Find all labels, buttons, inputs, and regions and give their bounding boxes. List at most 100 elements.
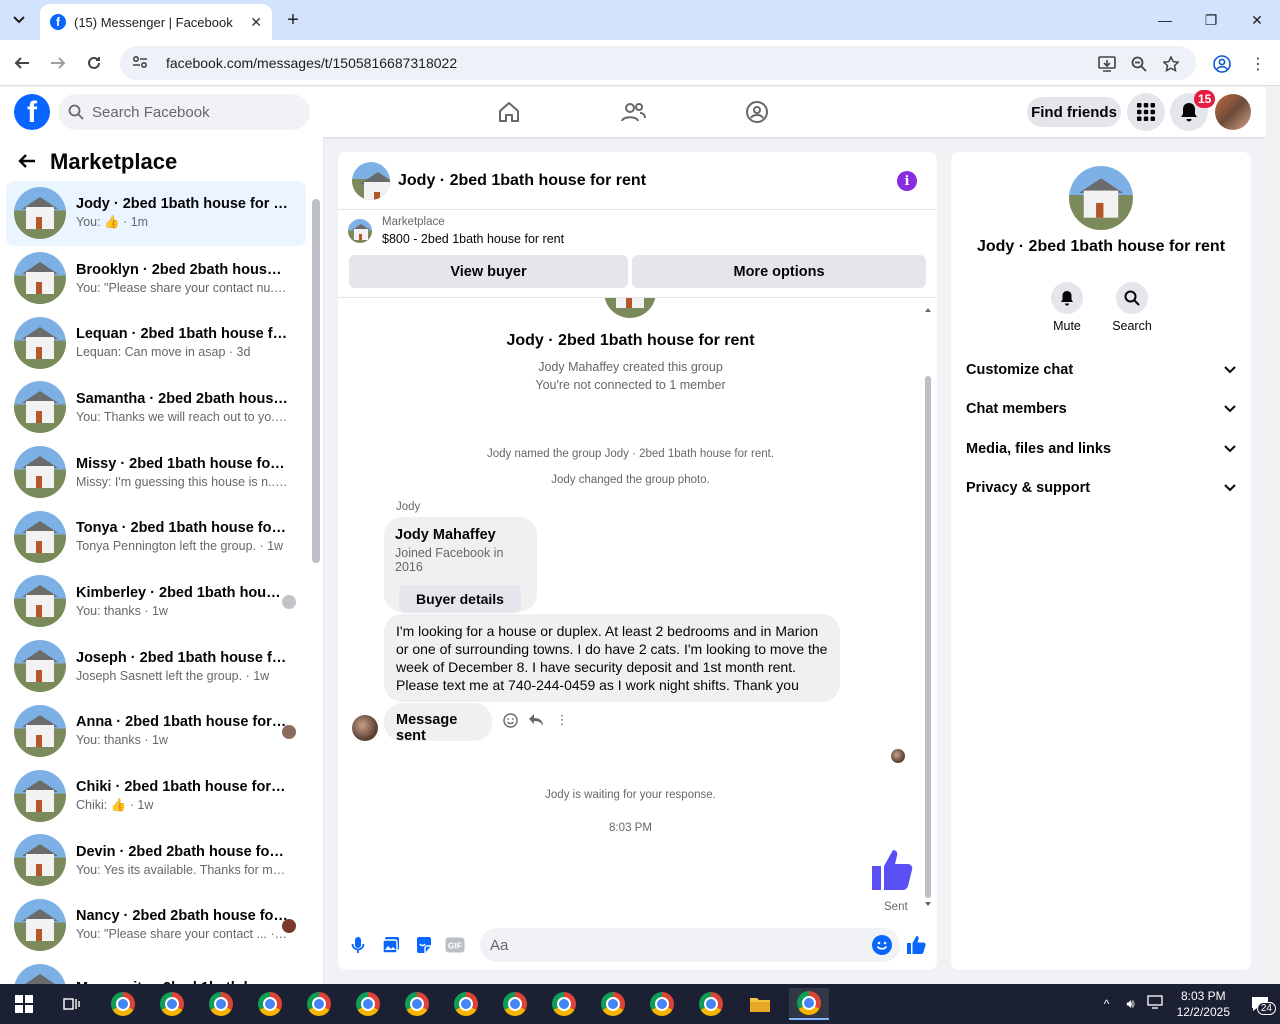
chrome-taskbar-icon[interactable] <box>201 988 241 1020</box>
chat-scrollbar[interactable] <box>925 376 931 898</box>
friends-nav-button[interactable] <box>618 97 648 127</box>
start-button[interactable] <box>4 988 44 1020</box>
auto-reply-bubble[interactable]: Message sent <box>384 703 492 744</box>
facebook-search-input[interactable] <box>92 103 292 121</box>
react-icon[interactable] <box>502 712 518 728</box>
chrome-taskbar-icon[interactable] <box>495 988 535 1020</box>
chat-title[interactable]: Jody · 2bed 1bath house for rent <box>398 172 646 190</box>
install-app-icon[interactable] <box>1096 53 1118 75</box>
volume-icon[interactable]: 🔊︎ <box>1119 996 1143 1012</box>
sidebar-scrollbar[interactable] <box>312 199 320 563</box>
close-tab-icon[interactable]: ✕ <box>250 14 262 31</box>
microphone-icon[interactable] <box>347 934 369 956</box>
tray-chevron-icon[interactable]: ^ <box>1095 997 1119 1011</box>
conversation-thumbnail <box>14 316 66 369</box>
chrome-icon <box>601 992 625 1016</box>
back-arrow-icon[interactable] <box>18 149 36 175</box>
photo-icon[interactable] <box>380 934 402 956</box>
more-options-button[interactable]: More options <box>632 255 926 288</box>
sender-avatar[interactable] <box>352 715 378 741</box>
chrome-taskbar-icon[interactable] <box>299 988 339 1020</box>
emoji-icon[interactable] <box>872 935 892 955</box>
restore-icon[interactable]: ❐ <box>1188 0 1234 40</box>
taskbar-clock[interactable]: 8:03 PM 12/2/2025 <box>1177 988 1230 1020</box>
conversation-item[interactable]: Kimberley · 2bed 1bath house... You: than… <box>6 569 306 634</box>
conversation-item[interactable]: Samantha · 2bed 2bath house f... You: Tha… <box>6 375 306 440</box>
home-nav-button[interactable] <box>494 97 524 127</box>
facebook-search[interactable] <box>58 94 310 130</box>
gif-icon[interactable]: GIF <box>444 934 466 956</box>
zoom-icon[interactable] <box>1128 53 1150 75</box>
conversation-item[interactable]: Joseph · 2bed 1bath house for r... Joseph… <box>6 634 306 699</box>
section-privacy-support[interactable]: Privacy & support <box>966 470 1236 506</box>
file-explorer-taskbar-icon[interactable] <box>740 988 780 1020</box>
reply-icon[interactable] <box>528 712 544 728</box>
message-bubble[interactable]: I'm looking for a house or duplex. At le… <box>384 614 840 702</box>
new-tab-button[interactable]: + <box>282 8 304 32</box>
conversation-item[interactable]: Lequan · 2bed 1bath house for r... Lequan… <box>6 310 306 375</box>
like-send-icon[interactable] <box>905 934 927 956</box>
read-receipt-avatar <box>282 595 296 610</box>
info-icon[interactable]: i <box>897 171 917 191</box>
conversation-item[interactable]: Jody · 2bed 1bath house for rent You: 👍 ·… <box>6 181 306 246</box>
conversation-item[interactable]: Devin · 2bed 2bath house for rent You: Ye… <box>6 828 306 893</box>
find-friends-button[interactable]: Find friends <box>1027 97 1121 127</box>
chat-avatar[interactable] <box>352 161 390 200</box>
chrome-taskbar-icon[interactable] <box>152 988 192 1020</box>
conversation-item[interactable]: Tonya · 2bed 1bath house for rent Tonya P… <box>6 504 306 569</box>
section-customize-chat[interactable]: Customize chat <box>966 352 1236 388</box>
chrome-taskbar-icon[interactable] <box>103 988 143 1020</box>
chrome-icon <box>454 992 478 1016</box>
chrome-taskbar-icon[interactable] <box>789 988 829 1020</box>
conversation-item[interactable]: Anna · 2bed 1bath house for r... You: tha… <box>6 699 306 764</box>
chrome-taskbar-icon[interactable] <box>446 988 486 1020</box>
conversation-item[interactable]: Marguerite · 2bed 1bath hous... <box>6 957 306 984</box>
browser-tab[interactable]: f (15) Messenger | Facebook ✕ <box>40 4 272 40</box>
chrome-taskbar-icon[interactable] <box>691 988 731 1020</box>
site-settings-icon[interactable] <box>132 55 152 72</box>
conversation-item[interactable]: Nancy · 2bed 2bath house for... You: "Ple… <box>6 893 306 958</box>
action-center-button[interactable]: 24 <box>1240 996 1280 1015</box>
browser-menu-icon[interactable]: ⋮ <box>1246 52 1270 76</box>
conversation-item[interactable]: Chiki · 2bed 1bath house for rent Chiki: … <box>6 763 306 828</box>
facebook-logo-icon[interactable]: f <box>14 94 50 130</box>
conversation-preview: You: thanks · 1w <box>76 733 168 748</box>
more-icon[interactable]: ⋮ <box>554 712 570 728</box>
profile-icon[interactable] <box>1210 52 1234 76</box>
reload-button[interactable] <box>82 51 106 75</box>
sticker-icon[interactable] <box>413 934 435 956</box>
forward-button[interactable] <box>46 51 70 75</box>
chrome-taskbar-icon[interactable] <box>348 988 388 1020</box>
conversation-item[interactable]: Missy · 2bed 1bath house for rent Missy: … <box>6 440 306 505</box>
profile-avatar[interactable] <box>1215 94 1251 130</box>
chrome-taskbar-icon[interactable] <box>593 988 633 1020</box>
minimize-icon[interactable]: — <box>1142 0 1188 40</box>
menu-button[interactable] <box>1127 93 1165 131</box>
page-scrollbar[interactable] <box>1266 87 1280 984</box>
listing-title: $800 - 2bed 1bath house for rent <box>382 232 565 246</box>
back-button[interactable] <box>10 51 34 75</box>
network-icon[interactable] <box>1143 994 1167 1014</box>
groups-nav-button[interactable] <box>742 97 772 127</box>
section-chat-members[interactable]: Chat members <box>966 391 1236 427</box>
buyer-details-button[interactable]: Buyer details <box>399 585 521 613</box>
chrome-taskbar-icon[interactable] <box>544 988 584 1020</box>
large-like-icon[interactable] <box>868 846 916 894</box>
mute-action[interactable]: Mute <box>1037 282 1097 333</box>
chrome-taskbar-icon[interactable] <box>642 988 682 1020</box>
message-input[interactable] <box>490 936 850 954</box>
search-label: Search <box>1112 319 1152 333</box>
bookmark-star-icon[interactable] <box>1160 53 1182 75</box>
address-bar[interactable]: facebook.com/messages/t/1505816687318022 <box>120 46 1196 80</box>
chrome-taskbar-icon[interactable] <box>397 988 437 1020</box>
view-buyer-button[interactable]: View buyer <box>349 255 628 288</box>
conversation-item[interactable]: Brooklyn · 2bed 2bath house for... You: "… <box>6 246 306 311</box>
search-action[interactable]: Search <box>1102 282 1162 333</box>
tab-search-button[interactable] <box>6 8 32 32</box>
section-media-files-links[interactable]: Media, files and links <box>966 431 1236 467</box>
message-input-box[interactable] <box>480 928 900 962</box>
marketplace-listing[interactable]: Marketplace $800 - 2bed 1bath house for … <box>348 216 564 246</box>
chrome-taskbar-icon[interactable] <box>250 988 290 1020</box>
close-window-icon[interactable]: ✕ <box>1234 0 1280 40</box>
task-view-button[interactable] <box>52 988 92 1020</box>
